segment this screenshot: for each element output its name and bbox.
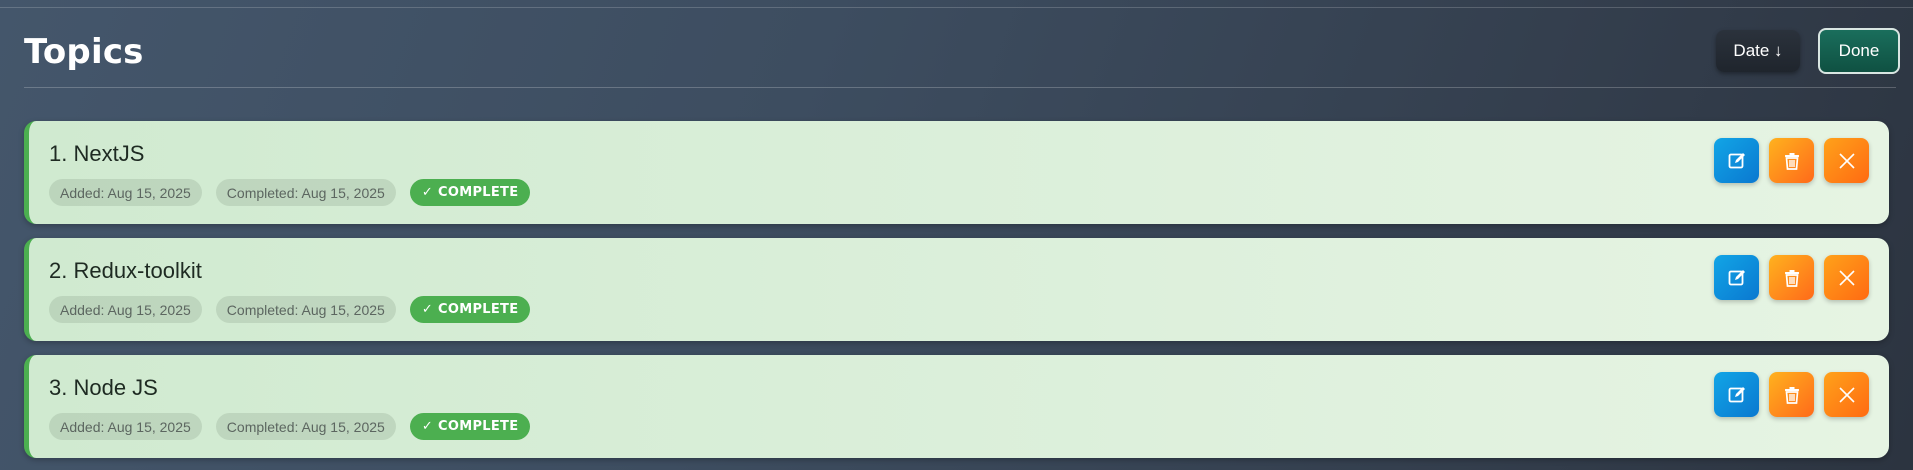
- topic-card: 2. Redux-toolkit Added: Aug 15, 2025 Com…: [24, 238, 1889, 341]
- status-label: COMPLETE: [438, 185, 519, 200]
- topic-meta: Added: Aug 15, 2025 Completed: Aug 15, 2…: [49, 296, 531, 323]
- edit-button[interactable]: [1714, 138, 1759, 183]
- topic-actions: [1714, 255, 1869, 300]
- status-badge: ✓ COMPLETE: [409, 179, 531, 206]
- completed-date-badge: Completed: Aug 15, 2025: [215, 296, 396, 323]
- edit-icon: [1728, 269, 1745, 285]
- topic-title: 2. Redux-toolkit: [49, 258, 202, 283]
- delete-button[interactable]: [1769, 138, 1814, 183]
- trash-icon: [1784, 386, 1799, 404]
- check-icon: ✓: [421, 185, 434, 200]
- done-filter-button[interactable]: Done: [1818, 28, 1900, 74]
- check-icon: ✓: [421, 302, 434, 317]
- check-icon: ✓: [421, 419, 434, 434]
- delete-button[interactable]: [1769, 255, 1814, 300]
- topic-title: 3. Node JS: [49, 375, 158, 400]
- close-icon: [1838, 386, 1855, 403]
- close-icon: [1838, 269, 1855, 286]
- close-button[interactable]: [1824, 255, 1869, 300]
- topic-meta: Added: Aug 15, 2025 Completed: Aug 15, 2…: [49, 413, 531, 440]
- status-badge: ✓ COMPLETE: [409, 413, 531, 440]
- edit-button[interactable]: [1714, 255, 1759, 300]
- trash-icon: [1784, 152, 1799, 170]
- close-button[interactable]: [1824, 138, 1869, 183]
- status-label: COMPLETE: [438, 302, 519, 317]
- sort-date-button[interactable]: Date ↓: [1716, 30, 1800, 72]
- edit-button[interactable]: [1714, 372, 1759, 417]
- trash-icon: [1784, 269, 1799, 287]
- topic-card: 3. Node JS Added: Aug 15, 2025 Completed…: [24, 355, 1889, 458]
- page-title: Topics: [24, 32, 144, 72]
- topic-actions: [1714, 138, 1869, 183]
- edit-icon: [1728, 152, 1745, 168]
- topic-list: 1. NextJS Added: Aug 15, 2025 Completed:…: [24, 121, 1889, 470]
- topic-meta: Added: Aug 15, 2025 Completed: Aug 15, 2…: [49, 179, 531, 206]
- completed-date-badge: Completed: Aug 15, 2025: [215, 413, 396, 440]
- topic-actions: [1714, 372, 1869, 417]
- page-header: Topics Date ↓ Done: [24, 22, 1900, 88]
- close-button[interactable]: [1824, 372, 1869, 417]
- delete-button[interactable]: [1769, 372, 1814, 417]
- top-divider: [0, 7, 1913, 8]
- added-date-badge: Added: Aug 15, 2025: [49, 179, 202, 206]
- added-date-badge: Added: Aug 15, 2025: [49, 413, 202, 440]
- added-date-badge: Added: Aug 15, 2025: [49, 296, 202, 323]
- topic-card: 1. NextJS Added: Aug 15, 2025 Completed:…: [24, 121, 1889, 224]
- topic-title: 1. NextJS: [49, 141, 145, 166]
- status-badge: ✓ COMPLETE: [409, 296, 531, 323]
- status-label: COMPLETE: [438, 419, 519, 434]
- edit-icon: [1728, 386, 1745, 402]
- completed-date-badge: Completed: Aug 15, 2025: [215, 179, 396, 206]
- close-icon: [1838, 152, 1855, 169]
